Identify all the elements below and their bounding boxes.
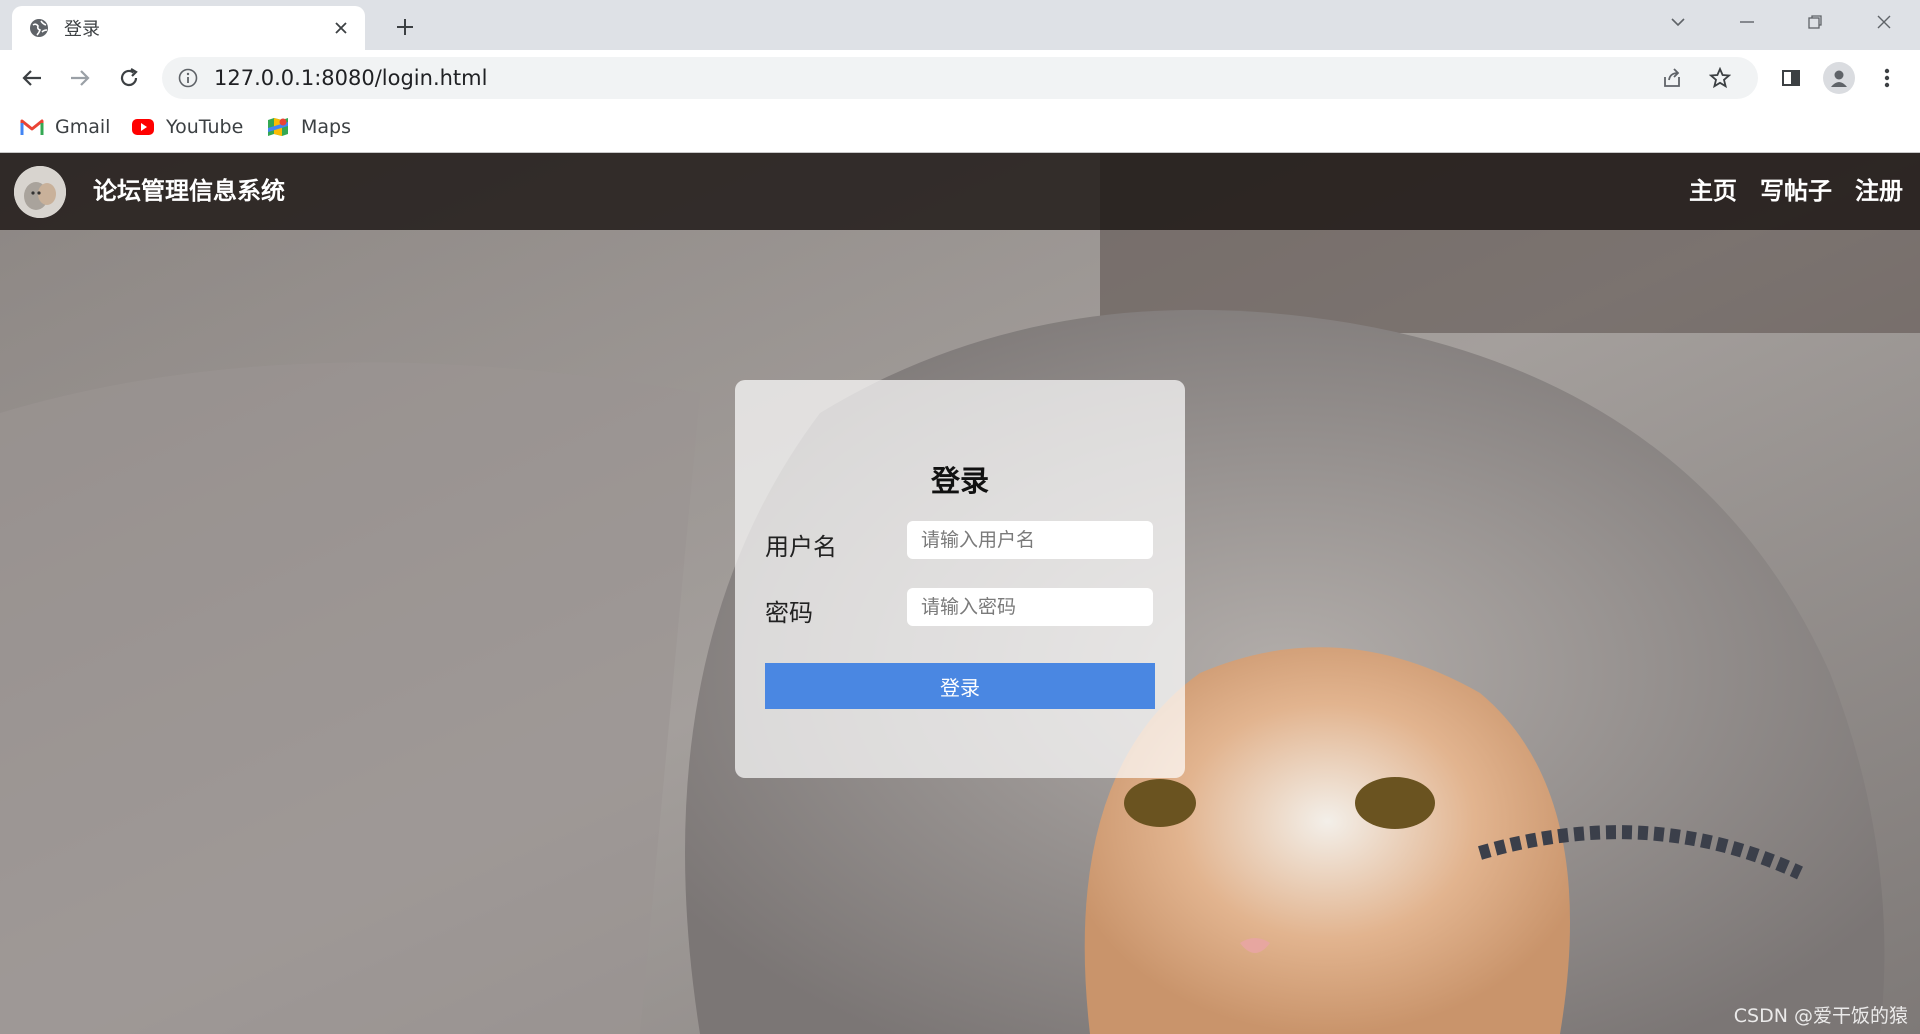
nav-link-register[interactable]: 注册 <box>1855 153 1903 230</box>
password-label: 密码 <box>765 599 813 627</box>
side-panel-icon[interactable] <box>1777 64 1805 92</box>
maps-icon <box>266 117 290 137</box>
close-tab-icon[interactable] <box>331 18 351 38</box>
forward-arrow-icon[interactable] <box>66 64 94 92</box>
browser-tab-strip: 登录 <box>0 0 1920 50</box>
username-label: 用户名 <box>765 533 837 561</box>
site-title: 论坛管理信息系统 <box>93 177 285 205</box>
bookmarks-bar: Gmail YouTube Maps <box>0 104 1920 153</box>
youtube-icon <box>131 117 155 137</box>
site-logo[interactable] <box>14 166 66 218</box>
bookmark-star-icon[interactable] <box>1708 67 1732 89</box>
tab-search-icon[interactable] <box>1663 10 1693 34</box>
browser-tab[interactable]: 登录 <box>12 6 365 50</box>
tab-title: 登录 <box>64 19 100 40</box>
gmail-icon <box>20 117 44 137</box>
nav-link-home[interactable]: 主页 <box>1689 153 1737 230</box>
login-title: 登录 <box>930 464 989 498</box>
bookmark-label: Maps <box>301 116 351 138</box>
bookmark-label: Gmail <box>55 116 111 138</box>
bookmark-youtube[interactable]: YouTube <box>131 114 243 140</box>
close-window-icon[interactable] <box>1869 10 1899 34</box>
new-tab-icon[interactable] <box>392 14 418 40</box>
nav-link-write-post[interactable]: 写帖子 <box>1760 153 1832 230</box>
restore-icon[interactable] <box>1800 10 1830 34</box>
site-info-icon[interactable] <box>178 68 198 88</box>
more-menu-icon[interactable] <box>1873 64 1901 92</box>
reload-icon[interactable] <box>115 64 143 92</box>
minimize-icon[interactable] <box>1732 10 1762 34</box>
browser-toolbar: 127.0.0.1:8080/login.html <box>0 50 1920 104</box>
share-icon[interactable] <box>1660 67 1684 89</box>
bookmark-label: YouTube <box>166 116 244 138</box>
username-input[interactable] <box>907 521 1153 559</box>
login-button[interactable]: 登录 <box>765 663 1155 709</box>
globe-icon <box>29 18 49 38</box>
page-viewport: 论坛管理信息系统 主页 写帖子 注册 登录 用户名 密码 登录 CSDN @爱干… <box>0 153 1920 1034</box>
address-bar[interactable]: 127.0.0.1:8080/login.html <box>162 57 1758 99</box>
bookmark-gmail[interactable]: Gmail <box>20 114 110 140</box>
back-arrow-icon[interactable] <box>18 64 46 92</box>
bookmark-maps[interactable]: Maps <box>266 114 351 140</box>
password-input[interactable] <box>907 588 1153 626</box>
site-navbar: 论坛管理信息系统 主页 写帖子 注册 <box>0 153 1920 230</box>
login-card: 登录 用户名 密码 登录 <box>735 380 1185 778</box>
profile-avatar-icon[interactable] <box>1823 62 1855 94</box>
watermark: CSDN @爱干饭的猿 <box>1733 1005 1908 1027</box>
url-text[interactable]: 127.0.0.1:8080/login.html <box>214 57 487 99</box>
